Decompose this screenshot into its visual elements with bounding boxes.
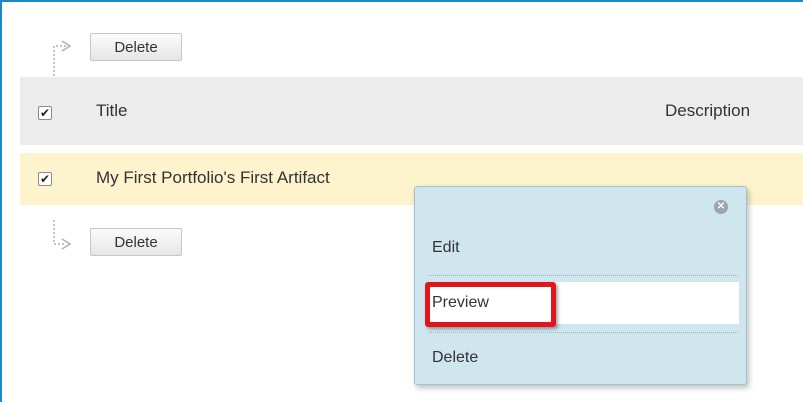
bulk-action-arrow-icon	[53, 220, 72, 250]
bulk-action-arrow-icon	[53, 40, 72, 76]
menu-item-delete[interactable]: Delete	[415, 337, 746, 379]
artifact-title-link[interactable]: My First Portfolio's First Artifact	[96, 168, 330, 188]
close-icon[interactable]: ✕	[714, 200, 728, 214]
row-checkbox[interactable]: ✔	[38, 172, 52, 186]
menu-divider	[429, 332, 738, 333]
select-all-checkbox[interactable]: ✔	[38, 106, 52, 120]
delete-button-top[interactable]: Delete	[90, 33, 182, 61]
menu-divider	[429, 275, 738, 276]
column-header-title[interactable]: Title	[96, 101, 128, 121]
column-header-description[interactable]: Description	[665, 101, 750, 121]
preview-highlight-callout	[425, 282, 556, 327]
menu-item-label: Edit	[432, 239, 460, 256]
delete-button-bottom[interactable]: Delete	[90, 228, 182, 256]
menu-item-label: Delete	[432, 349, 479, 366]
menu-item-edit[interactable]: Edit	[415, 227, 746, 269]
